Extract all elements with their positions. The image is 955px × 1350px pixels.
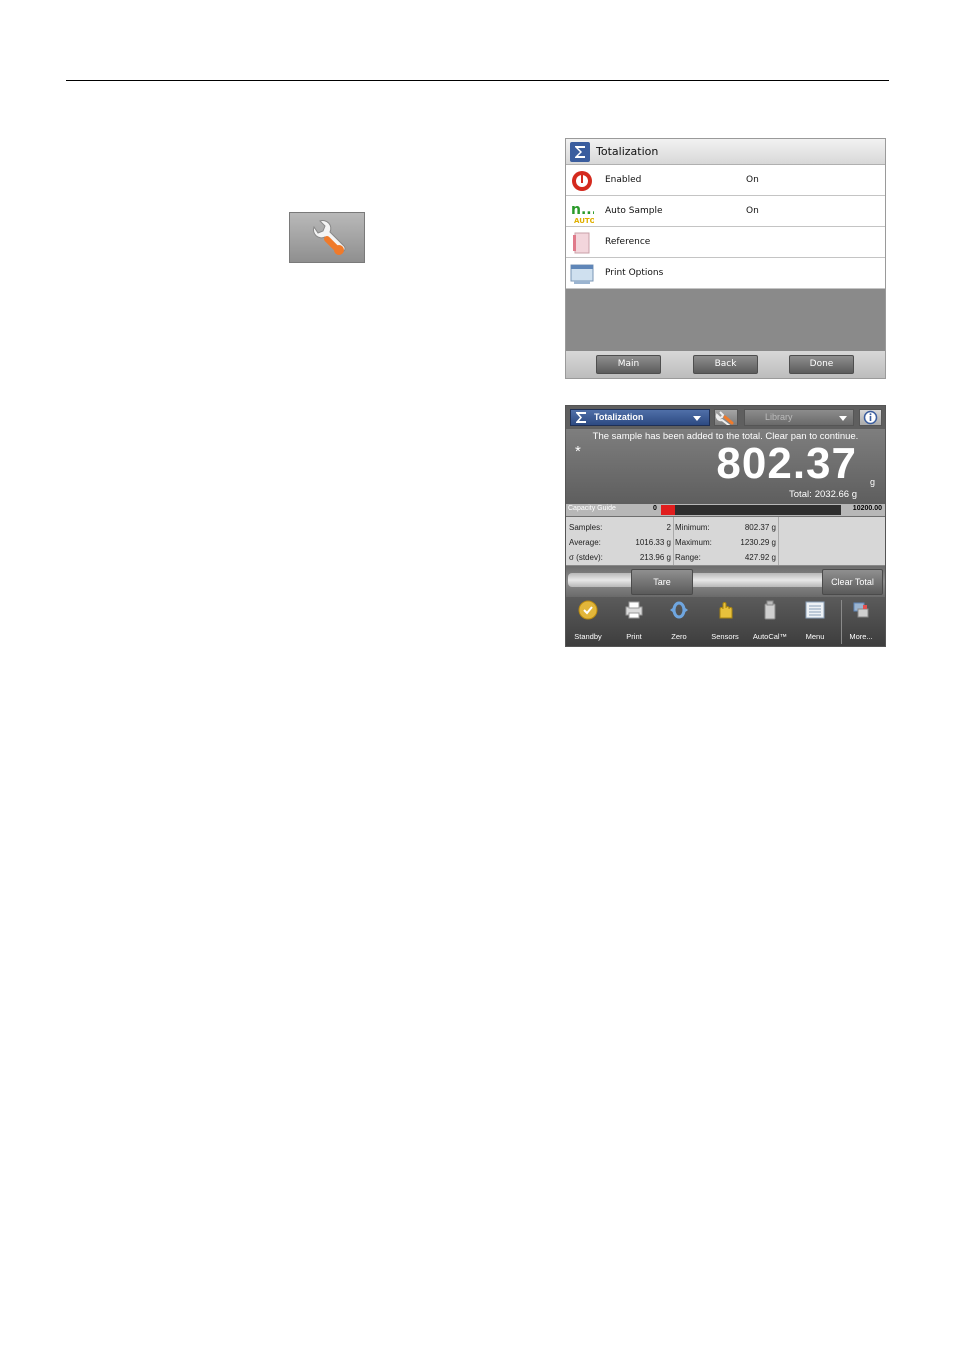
zero-icon (670, 601, 688, 619)
setting-value: On (746, 175, 759, 185)
setting-label: Auto Sample (605, 206, 663, 216)
stats-values-right: 802.37 g 1230.29 g 427.92 g (716, 520, 776, 565)
more-icon (853, 602, 869, 618)
tare-button[interactable]: Tare (631, 569, 693, 595)
auto-sample-icon: n... AUTO (571, 202, 594, 224)
stdev-value: 213.96 g (639, 553, 671, 562)
reference-icon (573, 232, 590, 254)
main-button[interactable]: Main (596, 355, 661, 374)
svg-text:n...: n... (571, 202, 594, 218)
range-label: Range: (675, 553, 701, 562)
stats-labels-right: Minimum: Maximum: Range: (675, 520, 712, 565)
standby-icon (578, 600, 598, 620)
library-selector[interactable]: Library (744, 409, 854, 426)
sensor-hand-icon (719, 602, 733, 619)
maximum-value: 1230.29 g (740, 538, 776, 547)
maximum-label: Maximum: (675, 538, 712, 547)
mode-selector[interactable]: Totalization (570, 409, 710, 426)
print-options-icon (570, 264, 594, 284)
info-button[interactable] (859, 409, 882, 426)
setting-row-enabled[interactable]: Enabled On (566, 165, 885, 196)
total-value: 2032.66 g (814, 489, 857, 500)
stable-indicator: * (575, 443, 581, 460)
stats-labels-left: Samples: Average: σ (stdev): (569, 520, 603, 565)
capacity-guide: Capacity Guide 0 10200.00 (566, 504, 885, 516)
autocal-button[interactable]: AutoCal™ (749, 600, 791, 646)
samples-label: Samples: (569, 523, 603, 532)
app-top-bar: Totalization Library (566, 406, 885, 429)
total-readout: Total: 2032.66 g (786, 489, 857, 500)
app-setup-button[interactable] (714, 409, 738, 427)
capacity-min: 0 (653, 505, 657, 512)
setup-header: Totalization (566, 139, 885, 165)
capacity-max: 10200.00 (852, 505, 882, 512)
menu-label: Menu (805, 632, 825, 641)
enabled-icon (572, 171, 592, 191)
action-bar: Tare Clear Total (566, 566, 885, 597)
standby-button[interactable]: Standby (567, 600, 609, 646)
sensors-label: Sensors (711, 632, 739, 641)
samples-value: 2 (666, 523, 671, 532)
chevron-down-icon (839, 416, 847, 421)
wrench-icon (313, 220, 346, 255)
mode-label: Totalization (594, 412, 644, 422)
sigma-icon (570, 142, 590, 162)
clear-total-button[interactable]: Clear Total (822, 569, 883, 595)
print-label: Print (626, 632, 642, 641)
more-label: More... (849, 632, 873, 641)
setting-label: Enabled (605, 175, 642, 185)
more-button[interactable]: More... (840, 600, 882, 646)
standby-label: Standby (574, 632, 602, 641)
menu-button[interactable]: Menu (794, 600, 836, 646)
setup-title: Totalization (596, 145, 659, 158)
calibration-weight-icon (764, 600, 776, 620)
menu-icon (805, 601, 825, 619)
capacity-fill (661, 505, 676, 515)
info-icon (863, 410, 878, 425)
minimum-label: Minimum: (675, 523, 710, 532)
setup-footer: Main Back Done (566, 351, 885, 378)
sigma-icon (576, 412, 586, 423)
setup-wrench-button[interactable] (289, 212, 365, 263)
stats-divider (778, 517, 779, 565)
setting-row-print-options[interactable]: Print Options (566, 258, 885, 289)
setting-label: Print Options (605, 268, 664, 278)
svg-text:AUTO: AUTO (574, 217, 594, 224)
bottom-toolbar: Standby Print Zero Sensors AutoCal™ Menu… (566, 597, 885, 646)
average-label: Average: (569, 538, 601, 547)
setting-value: On (746, 206, 759, 216)
weight-readout: 802.37 (716, 439, 857, 488)
stdev-label: σ (stdev): (569, 553, 603, 562)
setting-label: Reference (605, 237, 651, 247)
zero-button[interactable]: Zero (658, 600, 700, 646)
printer-icon (625, 601, 643, 619)
setting-row-reference[interactable]: Reference (566, 227, 885, 258)
autocal-label: AutoCal™ (752, 632, 788, 641)
statistics-panel: Samples: Average: σ (stdev): 2 1016.33 g… (566, 517, 885, 566)
weight-unit[interactable]: g (870, 477, 875, 487)
setting-row-auto-sample[interactable]: n... AUTO Auto Sample On (566, 196, 885, 227)
weight-display: The sample has been added to the total. … (566, 429, 885, 504)
minimum-value: 802.37 g (744, 523, 776, 532)
sensors-button[interactable]: Sensors (704, 600, 746, 646)
header-rule (66, 80, 889, 81)
average-value: 1016.33 g (635, 538, 671, 547)
print-button[interactable]: Print (613, 600, 655, 646)
totalization-setup-screen: Totalization Enabled On n... AUTO Auto S… (565, 138, 886, 379)
done-button[interactable]: Done (789, 355, 854, 374)
library-label: Library (765, 412, 793, 422)
range-value: 427.92 g (744, 553, 776, 562)
capacity-label: Capacity Guide (568, 505, 616, 512)
totalization-home-screen: Totalization Library The sample has been… (565, 405, 886, 647)
stats-values-left: 2 1016.33 g 213.96 g (606, 520, 671, 565)
back-button[interactable]: Back (693, 355, 758, 374)
stats-divider (673, 517, 674, 565)
total-label: Total: (789, 489, 812, 500)
zero-label: Zero (671, 632, 687, 641)
capacity-bar (661, 505, 841, 515)
chevron-down-icon (693, 416, 701, 421)
wrench-icon (715, 411, 734, 427)
